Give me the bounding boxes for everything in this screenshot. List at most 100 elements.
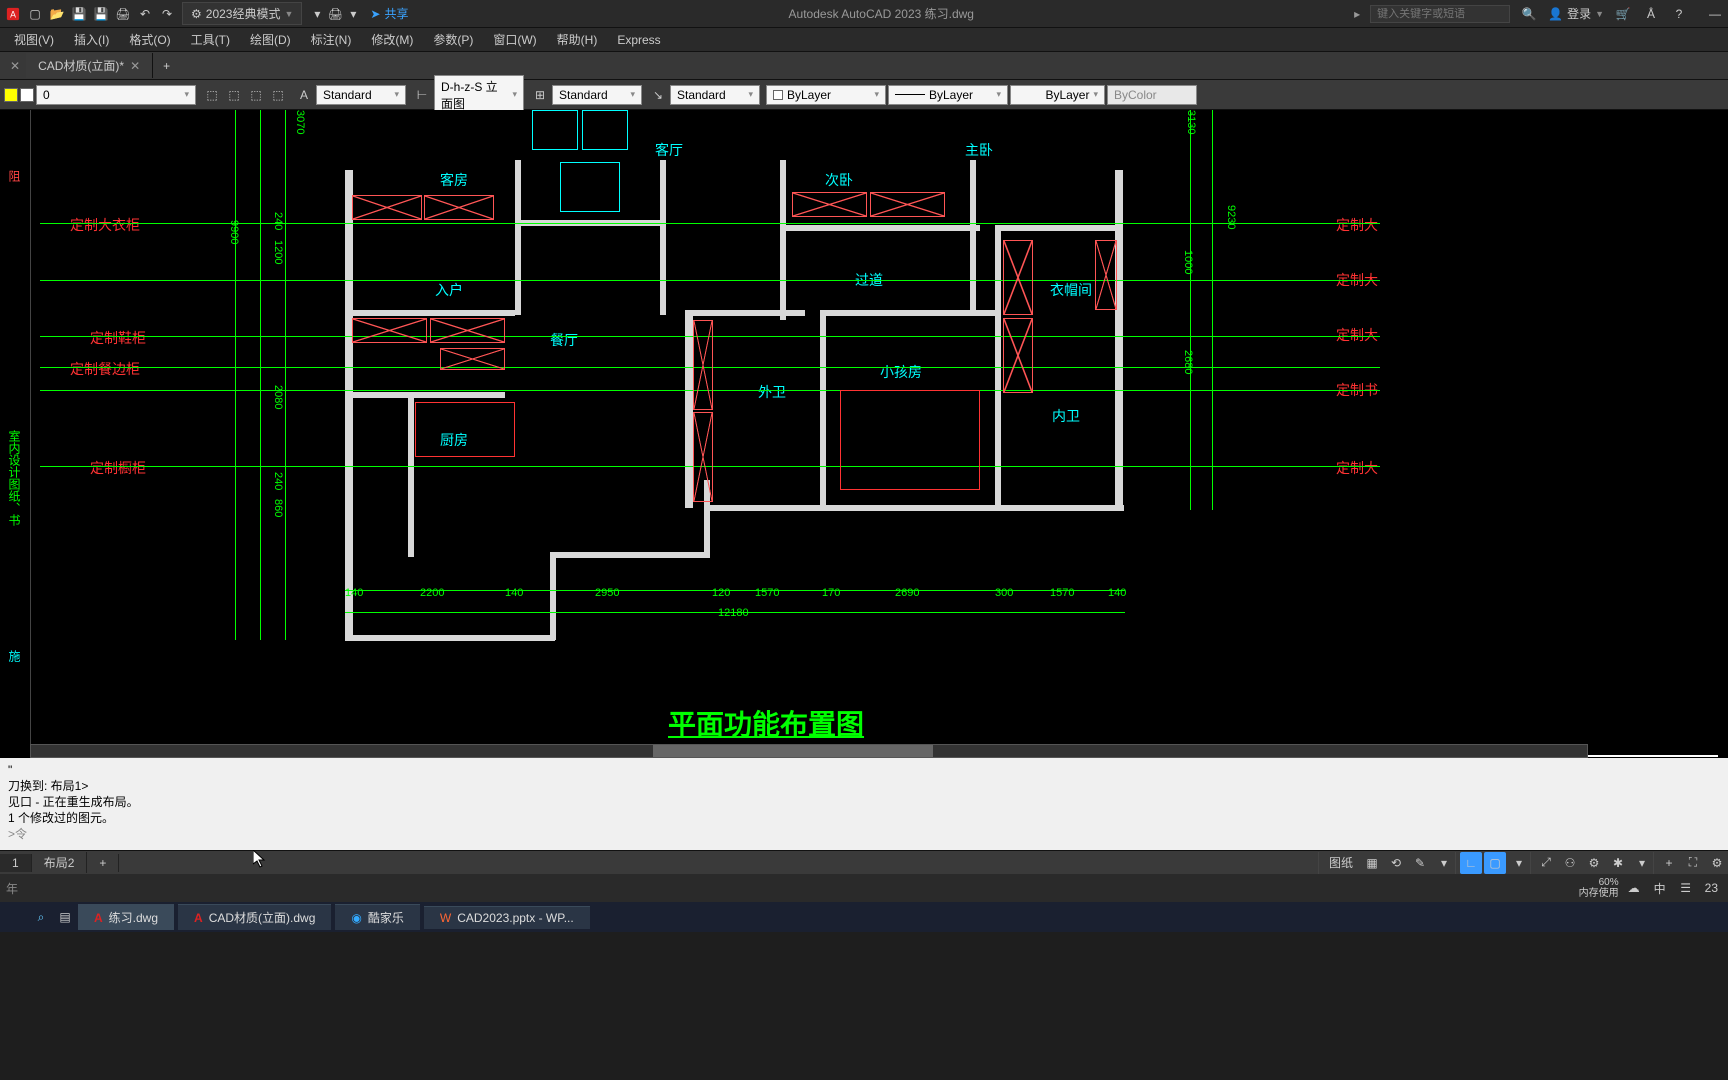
cart-icon[interactable]: 🛒: [1614, 5, 1632, 23]
linetype-dropdown[interactable]: ByLayer ▾: [1010, 85, 1105, 105]
linecolor-dropdown[interactable]: ByLayer ▾: [766, 85, 886, 105]
gear-icon[interactable]: ⚙: [1583, 852, 1605, 874]
tablestyle-icon[interactable]: ⊞: [530, 85, 550, 105]
menu-draw[interactable]: 绘图(D): [242, 29, 299, 50]
command-window[interactable]: " 刀换到: 布局1> 见口 - 正在重生成布局。 1 个修改过的图元。 >令: [0, 758, 1728, 850]
wps-icon: W: [440, 911, 451, 925]
menu-modify[interactable]: 修改(M): [363, 29, 421, 50]
menu-express[interactable]: Express: [609, 31, 668, 49]
open-icon[interactable]: 📂: [48, 5, 66, 23]
layout-tab[interactable]: 1: [0, 854, 32, 872]
textstyle-icon[interactable]: A: [294, 85, 314, 105]
drawing-canvas[interactable]: 阻 室内设计图纸、书 施 客房 客厅 次卧 主卧 入户 过道 衣帽间 餐厅: [0, 110, 1728, 758]
settings-icon[interactable]: ⚙: [1706, 852, 1728, 874]
menu-dimension[interactable]: 标注(N): [303, 29, 360, 50]
menu-parametric[interactable]: 参数(P): [425, 29, 481, 50]
tab-close-icon[interactable]: ✕: [130, 59, 140, 73]
snap-icon[interactable]: ∟: [1460, 852, 1482, 874]
login-button[interactable]: 👤 登录 ▼: [1548, 5, 1604, 22]
color-swatch-icon[interactable]: [4, 88, 18, 102]
share-button[interactable]: ➤ 共享: [370, 5, 408, 22]
menu-format[interactable]: 格式(O): [121, 29, 178, 50]
room-label: 外卫: [758, 382, 786, 402]
person-icon[interactable]: ⚇: [1559, 852, 1581, 874]
wardrobe-symbol: [693, 412, 713, 502]
maximize-icon[interactable]: ⛶: [1682, 852, 1704, 874]
save-icon[interactable]: 💾: [70, 5, 88, 23]
refresh-icon[interactable]: ⟲: [1385, 852, 1407, 874]
layer-tool-icon[interactable]: ⬚: [268, 85, 288, 105]
cmd-log-line: 见口 - 正在重生成布局。: [8, 794, 1720, 810]
layer-tool-icon[interactable]: ⬚: [246, 85, 266, 105]
chevron-down-icon[interactable]: ▾: [1631, 852, 1653, 874]
undo-icon[interactable]: ↶: [136, 5, 154, 23]
app-menu-icon[interactable]: A: [4, 5, 22, 23]
lineweight-dropdown[interactable]: ByLayer ▾: [888, 85, 1008, 105]
chevron-down-icon[interactable]: ▾: [344, 5, 362, 23]
textstyle-dropdown[interactable]: Standard ▾: [316, 85, 406, 105]
search-box[interactable]: [1370, 5, 1510, 23]
chevron-down-icon[interactable]: ▾: [1433, 852, 1455, 874]
cloud-icon[interactable]: ☁: [1623, 877, 1645, 899]
dimstyle-icon[interactable]: ⊢: [412, 85, 432, 105]
network-icon[interactable]: ☰: [1675, 877, 1697, 899]
document-tab[interactable]: CAD材质(立面)* ✕: [26, 53, 153, 78]
plus-icon[interactable]: +: [1658, 852, 1680, 874]
taskbar-item[interactable]: W CAD2023.pptx - WP...: [424, 906, 590, 929]
status-zoom: 60% 内存使用: [1579, 877, 1619, 899]
layer-tool-icon[interactable]: ⬚: [224, 85, 244, 105]
menu-tools[interactable]: 工具(T): [183, 29, 238, 50]
help-icon[interactable]: ?: [1670, 5, 1688, 23]
menu-window[interactable]: 窗口(W): [485, 29, 544, 50]
saveas-icon[interactable]: 💾: [92, 5, 110, 23]
dim-text: 300: [995, 587, 1013, 599]
plotstyle-dropdown[interactable]: ByColor: [1107, 85, 1197, 105]
menu-help[interactable]: 帮助(H): [549, 29, 606, 50]
scale-icon[interactable]: ⤢: [1535, 852, 1557, 874]
ortho-icon[interactable]: ▢: [1484, 852, 1506, 874]
taskbar-item[interactable]: A CAD材质(立面).dwg: [178, 904, 331, 930]
print-icon[interactable]: 🖨: [114, 5, 132, 23]
guide-line: [40, 223, 1380, 224]
workspace-dropdown[interactable]: ⚙ 2023经典模式 ▼: [182, 2, 302, 25]
dash-icon[interactable]: —: [1706, 5, 1724, 23]
search-icon[interactable]: 🔍: [1520, 5, 1538, 23]
pencil-icon[interactable]: ✎: [1409, 852, 1431, 874]
redo-icon[interactable]: ↷: [158, 5, 176, 23]
cmd-prompt[interactable]: >令: [8, 826, 1720, 842]
mleader-dropdown[interactable]: Standard ▾: [670, 85, 760, 105]
layout-tab-add[interactable]: +: [87, 854, 119, 872]
mleader-icon[interactable]: ↘: [648, 85, 668, 105]
layer-dropdown[interactable]: 0 ▾: [36, 85, 196, 105]
print-icon-2[interactable]: 🖨: [326, 5, 344, 23]
horizontal-scrollbar[interactable]: [30, 744, 1588, 758]
wall: [515, 160, 521, 315]
tab-close-icon[interactable]: ✕: [4, 59, 26, 73]
new-tab-button[interactable]: +: [153, 55, 180, 77]
taskbar-item[interactable]: A 练习.dwg: [78, 904, 174, 930]
fixture: [532, 110, 578, 150]
qat-more-icon[interactable]: ▾: [308, 5, 326, 23]
gear-icon[interactable]: ✱: [1607, 852, 1629, 874]
search-icon[interactable]: ⌕: [30, 906, 52, 928]
start-icon[interactable]: [6, 906, 28, 928]
taskview-icon[interactable]: ▤: [54, 906, 76, 928]
search-input[interactable]: [1377, 8, 1503, 20]
info-icon[interactable]: ▸: [1354, 7, 1360, 21]
menu-insert[interactable]: 插入(I): [66, 29, 117, 50]
scrollbar-thumb[interactable]: [653, 745, 933, 757]
grid-icon[interactable]: ▦: [1361, 852, 1383, 874]
chevron-down-icon[interactable]: ▾: [1508, 852, 1530, 874]
tablestyle-dropdown[interactable]: Standard ▾: [552, 85, 642, 105]
wall: [820, 310, 1000, 316]
wardrobe-symbol: [1003, 318, 1033, 393]
layer-tool-icon[interactable]: ⬚: [202, 85, 222, 105]
menu-view[interactable]: 视图(V): [6, 29, 62, 50]
dimstyle-dropdown[interactable]: D-h-z-S 立面图 ▾: [434, 75, 524, 115]
new-icon[interactable]: ▢: [26, 5, 44, 23]
lang-indicator[interactable]: 中: [1649, 877, 1671, 899]
taskbar-item[interactable]: ◉ 酷家乐: [335, 904, 420, 930]
color-swatch-icon[interactable]: [20, 88, 34, 102]
layout-tab[interactable]: 布局2: [32, 852, 88, 873]
autodesk-icon[interactable]: Å: [1642, 5, 1660, 23]
